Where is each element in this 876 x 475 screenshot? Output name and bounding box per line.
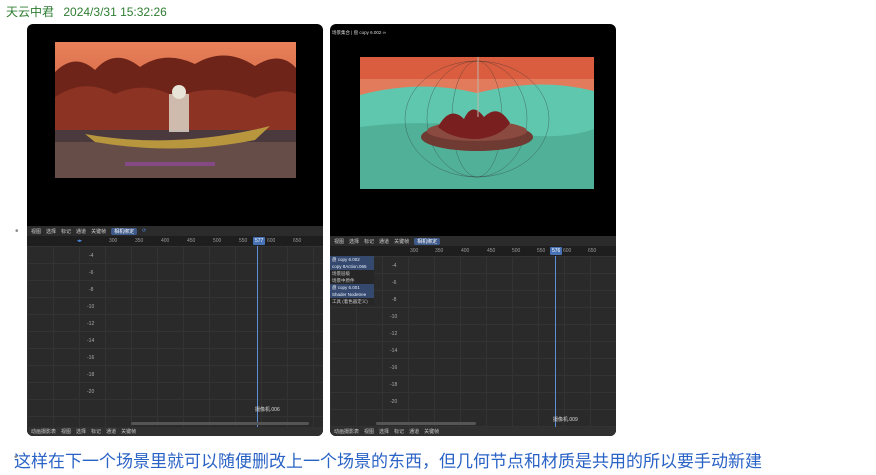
menu-key[interactable]: 关键帧	[424, 428, 439, 435]
message-header: 天云中君 2024/3/31 15:32:26	[6, 3, 173, 20]
left-current-frame[interactable]: 577	[253, 237, 266, 245]
author-name: 天云中君	[6, 5, 55, 19]
left-playhead[interactable]	[257, 246, 258, 427]
y-label: -20	[390, 399, 398, 405]
message-caption: 这样在下一个场景里就可以随便删改上一个场景的东西，但几何节点和材质是共用的所以要…	[14, 452, 762, 471]
y-label: -16	[390, 365, 398, 371]
editor-type[interactable]: 动画摄影表	[334, 428, 359, 435]
menu-view[interactable]: 视图	[31, 228, 41, 235]
left-ruler-tick: 550	[239, 238, 248, 244]
left-ruler-tick: 350	[135, 238, 144, 244]
right-channel-list[interactable]: 盘 copy 6.002 copy 8Action.065 场景层级 场景中原件…	[330, 256, 374, 305]
y-label: -12	[390, 331, 398, 337]
left-bottom-bar: 动画摄影表 视图 选择 标记 通道 关键帧	[27, 427, 323, 436]
menu-select[interactable]: 选择	[76, 428, 86, 435]
left-ruler-tick: 450	[187, 238, 196, 244]
channel-item[interactable]: 盘 copy 6.002	[330, 256, 374, 263]
left-ruler-tick: 600	[267, 238, 276, 244]
left-ruler-tick: 650	[293, 238, 302, 244]
menu-marker[interactable]: 标记	[394, 428, 404, 435]
menu-channel[interactable]: 通道	[76, 228, 86, 235]
menu-marker[interactable]: 标记	[364, 238, 374, 245]
menu-select[interactable]: 选择	[46, 228, 56, 235]
right-playhead[interactable]	[555, 256, 556, 427]
channel-item[interactable]: Shader Nodetree	[330, 291, 374, 298]
right-toolbar: 视图 选择 标记 通道 关键帧 相机绑定	[330, 236, 616, 246]
right-graph-area[interactable]: 盘 copy 6.002 copy 8Action.065 场景层级 场景中原件…	[330, 256, 616, 427]
right-screenshot[interactable]: 场景集合 | 盘 copy 6.002 ∞ 视图 选择 标记 通道 关键帧 相机…	[330, 24, 616, 436]
right-current-frame[interactable]: 576	[550, 247, 563, 255]
menu-view[interactable]: 视图	[364, 428, 374, 435]
menu-key[interactable]: 关键帧	[121, 428, 136, 435]
menu-key[interactable]: 关键帧	[394, 238, 409, 245]
menu-select[interactable]: 选择	[379, 428, 389, 435]
y-label: -8	[392, 297, 397, 303]
channel-item[interactable]: 工具 (着色器定义)	[330, 298, 374, 305]
menu-marker[interactable]: 标记	[91, 428, 101, 435]
bind-camera-button[interactable]: 相机绑定	[414, 237, 441, 245]
y-label: -14	[390, 348, 398, 354]
channel-item[interactable]: 场景中原件	[330, 277, 374, 284]
menu-channel[interactable]: 通道	[379, 238, 389, 245]
left-screenshot[interactable]: 视图 选择 标记 通道 关键帧 相机绑定 ⟳ 300 350 400 450 5…	[27, 24, 323, 436]
menu-select[interactable]: 选择	[349, 238, 359, 245]
right-ruler-tick: 650	[588, 248, 597, 254]
menu-view[interactable]: 视图	[334, 238, 344, 245]
left-frame-ruler[interactable]: 300 350 400 450 500 550 577 600 650 ◂▸	[27, 236, 323, 246]
refresh-icon[interactable]: ⟳	[142, 228, 146, 234]
right-ruler-tick: 400	[461, 248, 470, 254]
left-graph-editor[interactable]: 视图 选择 标记 通道 关键帧 相机绑定 ⟳ 300 350 400 450 5…	[27, 226, 323, 436]
editor-type[interactable]: 动画摄影表	[31, 428, 56, 435]
left-graph-area[interactable]: -4 -6 -8 -10 -12 -14 -16 -18 -20 摄像机.006	[27, 246, 323, 427]
right-graph-editor[interactable]: 视图 选择 标记 通道 关键帧 相机绑定 300 350 400 450 500…	[330, 236, 616, 436]
right-ruler-tick: 350	[435, 248, 444, 254]
menu-view[interactable]: 视图	[61, 428, 71, 435]
left-toolbar: 视图 选择 标记 通道 关键帧 相机绑定 ⟳	[27, 226, 323, 236]
y-label: -10	[390, 314, 398, 320]
left-render-viewport	[55, 42, 296, 178]
menu-key[interactable]: 关键帧	[91, 228, 106, 235]
menu-channel[interactable]: 通道	[409, 428, 419, 435]
left-ruler-tick: 300	[109, 238, 118, 244]
bind-camera-button[interactable]: 相机绑定	[111, 227, 138, 235]
y-label: -10	[87, 304, 95, 310]
y-label: -18	[87, 372, 95, 378]
left-camera-marker[interactable]: 摄像机.006	[255, 406, 280, 413]
right-bottom-bar: 动画摄影表 视图 选择 标记 通道 关键帧	[330, 427, 616, 436]
menu-marker[interactable]: 标记	[61, 228, 71, 235]
left-ruler-tick: 400	[161, 238, 170, 244]
right-h-scrollbar[interactable]	[376, 422, 476, 425]
y-label: -18	[390, 382, 398, 388]
y-label: -4	[392, 263, 397, 269]
bullet-dot: •	[15, 226, 19, 237]
y-label: -6	[392, 280, 397, 286]
left-h-scrollbar[interactable]	[131, 422, 309, 425]
left-scroll-left-icon[interactable]: ◂▸	[77, 238, 82, 244]
right-ruler-tick: 500	[512, 248, 521, 254]
right-top-title: 场景集合 | 盘 copy 6.002 ∞	[332, 30, 386, 35]
right-render-viewport	[360, 57, 594, 189]
y-label: -6	[89, 270, 94, 276]
channel-item[interactable]: 场景层级	[330, 270, 374, 277]
y-label: -12	[87, 321, 95, 327]
y-label: -8	[89, 287, 94, 293]
y-label: -20	[87, 389, 95, 395]
right-frame-ruler[interactable]: 300 350 400 450 500 550 576 600 650	[330, 246, 616, 256]
channel-item[interactable]: 盘 copy 6.001	[330, 284, 374, 291]
y-label: -4	[89, 253, 94, 259]
y-label: -16	[87, 355, 95, 361]
menu-channel[interactable]: 通道	[106, 428, 116, 435]
right-ruler-tick: 450	[487, 248, 496, 254]
left-ruler-tick: 500	[213, 238, 222, 244]
right-ruler-tick: 550	[537, 248, 546, 254]
right-camera-marker[interactable]: 摄像机.009	[553, 416, 578, 423]
right-ruler-tick: 600	[563, 248, 572, 254]
right-ruler-tick: 300	[410, 248, 419, 254]
y-label: -14	[87, 338, 95, 344]
channel-item[interactable]: copy 8Action.065	[330, 263, 374, 270]
message-timestamp: 2024/3/31 15:32:26	[63, 5, 167, 19]
